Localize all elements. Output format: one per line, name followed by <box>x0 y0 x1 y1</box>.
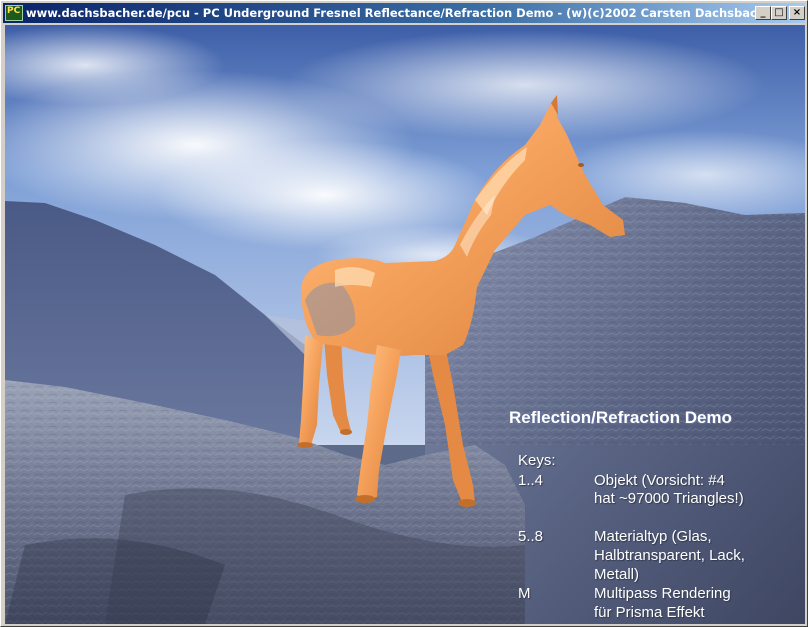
window-title: www.dachsbacher.de/pcu - PC Underground … <box>26 6 779 20</box>
minimize-button[interactable]: _ <box>755 6 771 20</box>
title-bar[interactable]: PC www.dachsbacher.de/pcu - PC Undergrou… <box>3 3 805 23</box>
app-icon-label: PC <box>7 6 21 16</box>
app-icon[interactable]: PC <box>5 5 23 21</box>
close-button[interactable]: × <box>789 6 805 20</box>
render-viewport[interactable]: Reflection/Refraction Demo Keys: 1..4 Ob… <box>5 25 805 624</box>
3d-scene <box>5 25 805 624</box>
application-window: PC www.dachsbacher.de/pcu - PC Undergrou… <box>0 0 808 627</box>
maximize-button[interactable]: □ <box>771 6 787 20</box>
